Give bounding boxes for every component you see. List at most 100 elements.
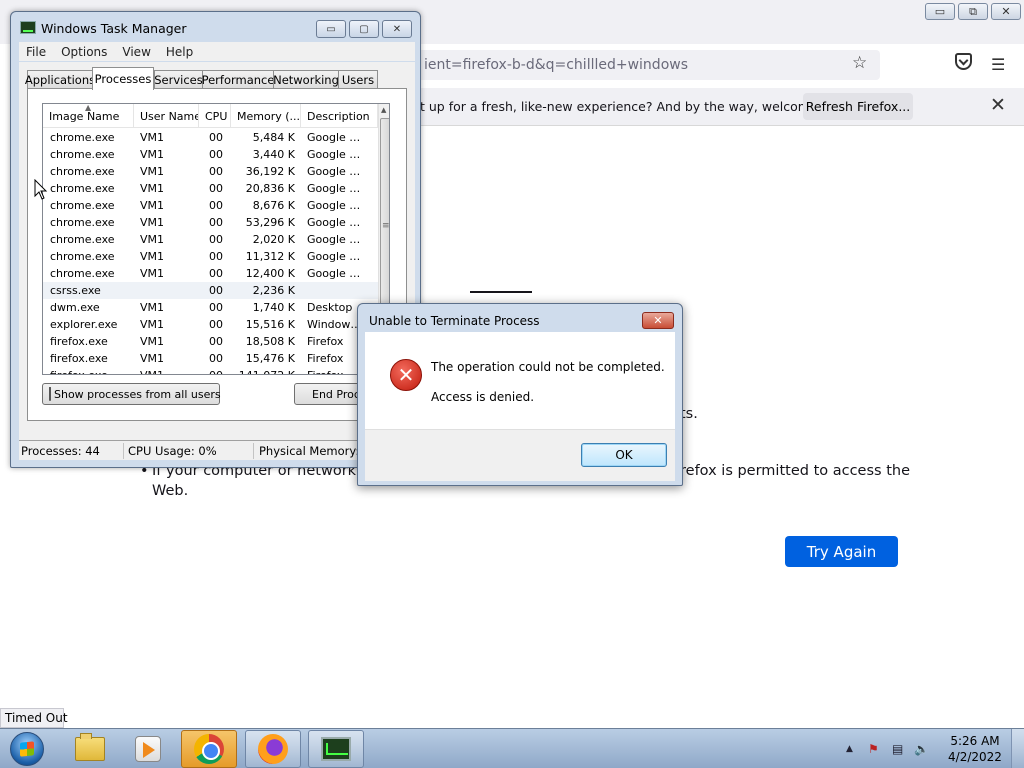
dialog-detail: Access is denied. [431,390,535,404]
taskbar-chrome[interactable] [181,730,237,768]
table-row[interactable]: chrome.exe VM1 00 8,676 K Google C... [43,197,378,214]
show-hidden-icons-icon[interactable]: ▲ [846,744,853,754]
menu-view[interactable]: View [115,45,158,59]
tab-services[interactable]: Services [154,70,203,89]
start-button[interactable] [2,729,52,768]
taskbar-explorer[interactable] [62,730,118,768]
pocket-icon[interactable] [955,53,972,70]
try-again-button[interactable]: Try Again [785,536,898,567]
table-row[interactable]: dwm.exe VM1 00 1,740 K Desktop ... [43,299,378,316]
status-processes: Processes: 44 [21,444,100,458]
cell-user: VM1 [140,199,165,212]
cell-memory: 141,072 K [233,369,295,374]
table-row[interactable]: chrome.exe VM1 00 12,400 K Google C... [43,265,378,282]
clock-date: 4/2/2022 [948,750,1002,764]
status-separator [253,443,254,459]
minimize-button[interactable]: ▭ [316,20,346,38]
suggestion-line2: Web. [152,483,189,499]
cell-memory: 1,740 K [252,301,295,314]
status-cpu: CPU Usage: 0% [128,444,217,458]
scroll-up-icon[interactable]: ▲ [381,106,386,114]
cell-memory: 8,676 K [252,199,295,212]
url-bar[interactable]: ient=firefox-b-d&q=chillled+windows [410,50,880,80]
table-row[interactable]: firefox.exe VM1 00 18,508 K Firefox [43,333,378,350]
table-row[interactable]: chrome.exe VM1 00 36,192 K Google C... [43,163,378,180]
bookmark-star-icon[interactable]: ☆ [852,53,867,73]
cell-memory: 11,312 K [245,250,295,263]
table-row[interactable]: chrome.exe VM1 00 3,440 K Google C... [43,146,378,163]
table-row[interactable]: firefox.exeVM100141,072 KFirefox [43,367,378,374]
refresh-notification-bar: t up for a fresh, like-new experience? A… [410,88,1024,126]
url-text: ient=firefox-b-d&q=chillled+windows [424,57,689,73]
table-row[interactable]: chrome.exe VM1 00 2,020 K Google C... [43,231,378,248]
tab-applications[interactable]: Applications [25,70,95,89]
cell-user: VM1 [140,318,165,331]
cell-image: dwm.exe [50,301,100,314]
cell-image: chrome.exe [50,148,115,161]
task-manager-client: Applications Processes Services Performa… [19,62,415,460]
dialog-close-button[interactable]: ✕ [642,312,674,329]
dialog-message: The operation could not be completed. [431,360,665,374]
folder-icon [75,733,105,761]
menu-options[interactable]: Options [54,45,115,59]
cell-image: chrome.exe [50,131,115,144]
cell-memory: 12,400 K [245,267,295,280]
notification-text: t up for a fresh, like-new experience? A… [420,99,857,114]
tab-users[interactable]: Users [338,70,378,89]
cell-user: VM1 [140,369,200,374]
cell-memory: 2,236 K [252,284,295,297]
menu-file[interactable]: File [19,45,54,59]
column-description[interactable]: Description [301,104,378,128]
column-image-name[interactable]: ▲ Image Name [43,104,134,128]
close-button[interactable]: ✕ [382,20,412,38]
cell-description: Google C... [307,216,367,229]
dialog-body: ✕ The operation could not be completed. … [365,332,675,429]
ok-button[interactable]: OK [581,443,667,467]
cell-user: VM1 [140,352,165,365]
tab-networking[interactable]: Networking [273,70,339,89]
table-row[interactable]: chrome.exe VM1 00 5,484 K Google C... [43,129,378,146]
column-user-name[interactable]: User Name [134,104,199,128]
table-row[interactable]: firefox.exe VM1 00 15,476 K Firefox [43,350,378,367]
volume-icon[interactable]: 🔈 [914,742,929,756]
firefox-close-button[interactable]: ✕ [991,3,1021,20]
show-all-processes-button[interactable]: Show processes from all users [42,383,221,405]
tab-processes[interactable]: Processes [92,67,154,90]
taskbar-firefox[interactable] [245,730,301,768]
cell-description: Google C... [307,267,367,280]
table-row[interactable]: explorer.exe VM1 00 15,516 K Windows ... [43,316,378,333]
maximize-button[interactable]: ▢ [349,20,379,38]
cell-user: VM1 [140,165,165,178]
table-row[interactable]: csrss.exe 00 2,236 K [43,282,378,299]
table-row[interactable]: chrome.exe VM1 00 53,296 K Google C... [43,214,378,231]
table-row[interactable]: chrome.exe VM1 00 20,836 K Google C... [43,180,378,197]
cell-description: Google C... [307,148,367,161]
tab-performance[interactable]: Performance [202,70,274,89]
uac-shield-icon [49,387,51,401]
process-list[interactable]: ▲ Image Name User Name CPU Memory (... D… [42,103,390,375]
column-cpu[interactable]: CPU [199,104,231,128]
network-icon[interactable]: ▤ [892,742,903,756]
action-center-flag-icon[interactable]: ⚑ [868,742,879,756]
hamburger-menu-icon[interactable]: ☰ [991,55,1005,74]
taskbar-media-player[interactable] [120,730,176,768]
cell-memory: 20,836 K [245,182,295,195]
table-row[interactable]: chrome.exe VM1 00 11,312 K Google C... [43,248,378,265]
task-manager-icon [20,21,36,34]
cell-memory: 3,440 K [252,148,295,161]
dialog-footer: OK [365,429,675,481]
error-icon: ✕ [390,359,422,391]
refresh-firefox-button[interactable]: Refresh Firefox... [803,93,913,120]
cell-description: Google C... [307,131,367,144]
show-desktop-button[interactable] [1011,729,1024,768]
notification-close-icon[interactable]: ✕ [990,94,1006,116]
firefox-restore-button[interactable]: ⧉ [958,3,988,20]
firefox-minimize-button[interactable]: ▭ [925,3,955,20]
clock[interactable]: 5:26 AM 4/2/2022 [940,733,1010,765]
taskbar-task-manager[interactable] [308,730,364,768]
cell-user: VM1 [140,233,165,246]
cell-image: firefox.exe [50,352,108,365]
menu-help[interactable]: Help [159,45,201,59]
cell-description: Google C... [307,199,367,212]
column-memory[interactable]: Memory (... [231,104,301,128]
